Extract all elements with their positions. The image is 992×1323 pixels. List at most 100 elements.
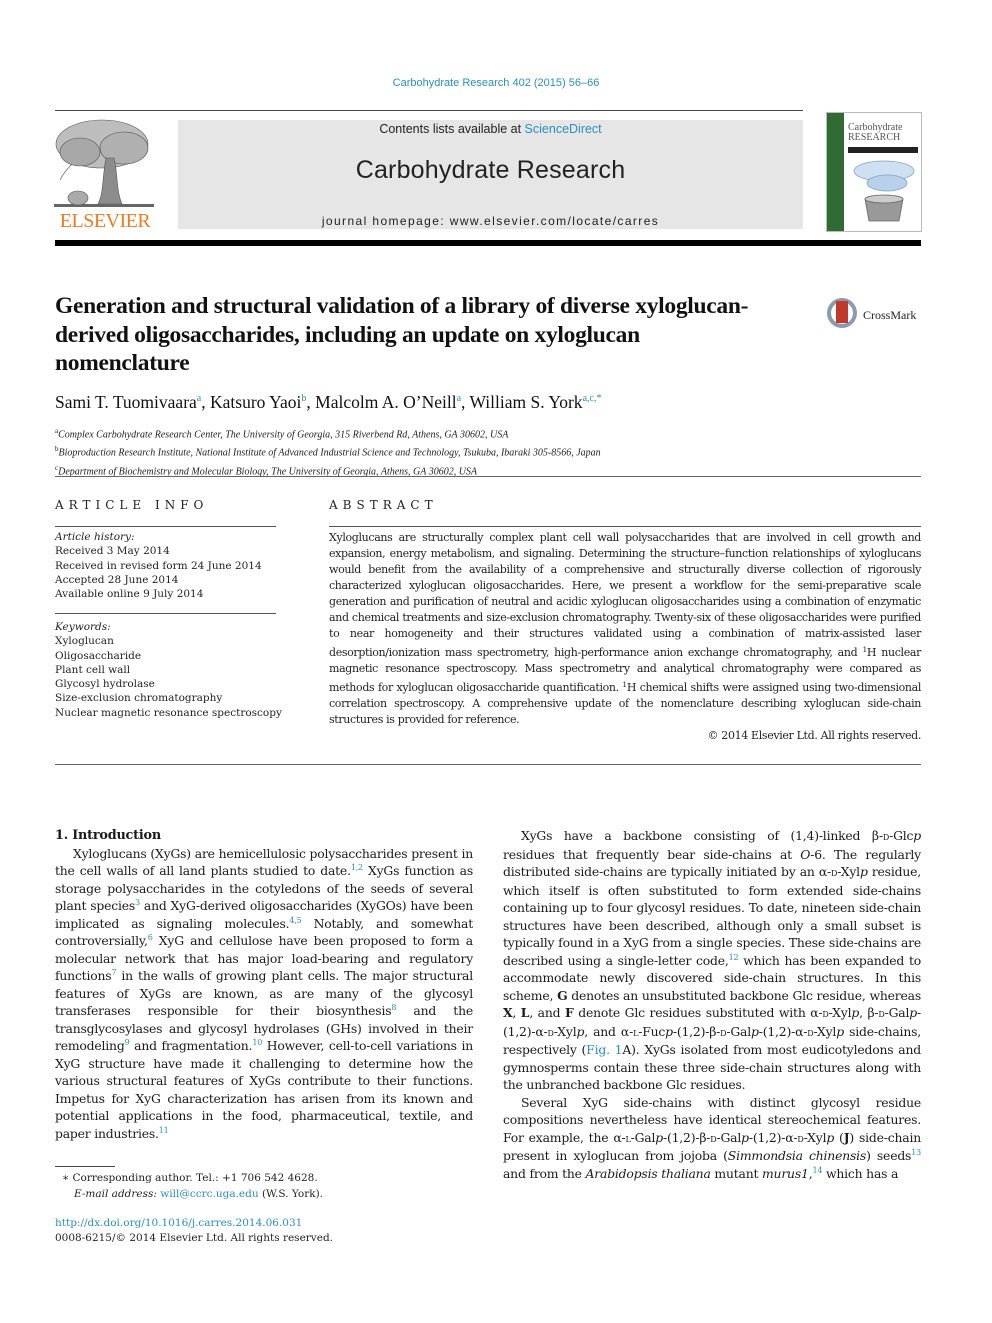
article-info-heading: ARTICLE INFO [55, 498, 209, 512]
cover-title-line-2: RESEARCH [848, 132, 901, 143]
body-column-right: XyGs have a backbone consisting of (1,4)… [503, 827, 921, 1182]
crossmark-icon [827, 298, 857, 328]
text-run: denotes an unsubstituted backbone Glc re… [567, 987, 921, 1003]
italic-run: p [751, 1023, 759, 1039]
journal-cover-thumbnail[interactable]: Carbohydrate RESEARCH [826, 112, 922, 232]
reference-link[interactable]: 1,2 [351, 863, 363, 872]
corresponding-author-text: ∗ Corresponding author. Tel.: +1 706 542… [62, 1172, 318, 1184]
author-affiliation-ref[interactable]: a [197, 393, 201, 404]
abstract-copyright: © 2014 Elsevier Ltd. All rights reserved… [707, 729, 922, 742]
italic-run: Simmondsia chinensis [727, 1148, 867, 1163]
italic-run: p [836, 1023, 844, 1039]
footnote-divider [55, 1166, 115, 1167]
corresponding-author-footnote: ∗ Corresponding author. Tel.: +1 706 542… [62, 1170, 323, 1202]
history-label: Article history: [55, 531, 135, 543]
email-label: E-mail address: [74, 1188, 157, 1200]
text-run: residues that frequently bear side-chain… [503, 846, 801, 862]
cover-illustration-icon [853, 160, 915, 222]
header-thick-rule [55, 240, 921, 246]
homepage-url[interactable]: www.elsevier.com/locate/carres [450, 214, 659, 228]
homepage-prefix: journal homepage: [321, 214, 450, 228]
header-divider [55, 110, 803, 111]
reference-link[interactable]: 4,5 [289, 916, 301, 925]
journal-name: Carbohydrate Research [355, 156, 626, 184]
abstract-end-divider [55, 764, 921, 765]
text-run: mutant [710, 1165, 762, 1181]
abstract-divider [329, 526, 921, 527]
reference-link[interactable]: 11 [159, 1126, 169, 1135]
reference-link[interactable]: 14 [812, 1166, 822, 1175]
author-name[interactable]: Sami T. Tuomivaara [55, 392, 197, 412]
text-run: -(1,2)-α- [758, 1023, 808, 1039]
keywords-divider [55, 613, 276, 614]
reference-link[interactable]: 13 [911, 1148, 921, 1157]
section-divider [55, 476, 921, 477]
text-run: -Xyl [837, 864, 860, 879]
cover-title: Carbohydrate RESEARCH [848, 123, 902, 143]
keyword-item: Glycosyl hydrolase [55, 678, 155, 691]
affiliation-item: aComplex Carbohydrate Research Center, T… [55, 424, 601, 442]
abstract-body: Xyloglucans are structurally complex pla… [329, 530, 921, 744]
crossmark-ribbon [836, 301, 848, 323]
text-run: ) seeds [866, 1148, 912, 1163]
text-run: , and [529, 1005, 565, 1020]
italic-run: p [826, 1129, 835, 1145]
contents-prefix: Contents lists available at [379, 122, 525, 136]
abstract-heading: ABSTRACT [329, 498, 438, 512]
italic-run: Arabidopsis thaliana [585, 1165, 711, 1181]
text-run: -Gal [884, 1005, 910, 1020]
crossmark-badge[interactable]: CrossMark [827, 298, 927, 334]
history-item: Received 3 May 2014 [55, 545, 170, 558]
elsevier-logo[interactable]: ELSEVIER [52, 118, 158, 232]
text-run: However, cell-to-cell variations in XyG … [55, 1038, 473, 1141]
article-info-divider [55, 526, 276, 527]
author-name[interactable]: William S. York [469, 392, 582, 412]
keyword-item: Nuclear magnetic resonance spectroscopy [55, 706, 282, 719]
reference-link[interactable]: 10 [252, 1038, 262, 1047]
keyword-item: Size-exclusion chromatography [55, 692, 223, 705]
bold-run: X [503, 1005, 513, 1020]
text-run: and fragmentation. [129, 1038, 253, 1053]
keyword-item: Plant cell wall [55, 663, 131, 676]
author-name[interactable]: Katsuro Yaoi [210, 392, 301, 412]
email-link[interactable]: will@ccrc.uga.edu [160, 1188, 258, 1200]
reference-link[interactable]: 12 [729, 953, 739, 962]
italic-run: p [741, 1129, 749, 1145]
journal-citation[interactable]: Carbohydrate Research 402 (2015) 56–66 [0, 77, 992, 89]
email-suffix: (W.S. York). [258, 1188, 324, 1200]
abstract-text: Xyloglucans are structurally complex pla… [329, 530, 921, 728]
text-run: , β- [859, 1005, 879, 1020]
elsevier-tree-icon [54, 119, 154, 207]
italic-run: p [859, 864, 868, 879]
author-affiliation-ref[interactable]: a,c,* [583, 393, 602, 404]
body-paragraph: XyGs have a backbone consisting of (1,4)… [503, 827, 921, 1094]
text-run: , [512, 1005, 521, 1020]
journal-homepage: journal homepage: www.elsevier.com/locat… [178, 214, 803, 228]
text-run: XyGs have a backbone consisting of (1,4)… [521, 828, 883, 843]
elsevier-wordmark: ELSEVIER [59, 210, 151, 232]
body-paragraph: Xyloglucans (XyGs) are hemicellulosic po… [55, 845, 473, 1143]
figure-link[interactable]: Fig. 1 [586, 1042, 622, 1057]
author-affiliation-ref[interactable]: a [457, 393, 461, 404]
email-line: E-mail address: will@ccrc.uga.edu (W.S. … [62, 1186, 323, 1202]
doi-link[interactable]: http://dx.doi.org/10.1016/j.carres.2014.… [55, 1216, 333, 1231]
text-run: -Xyl [828, 1005, 852, 1020]
article-title: Generation and structural validation of … [55, 293, 749, 376]
text-run: -(1,2)-β- [662, 1129, 711, 1145]
crossmark-label: CrossMark [863, 308, 917, 322]
author-name[interactable]: Malcolm A. O’Neill [315, 392, 456, 412]
author-affiliation-ref[interactable]: b [301, 393, 306, 404]
text-run: -Fuc [638, 1023, 666, 1039]
italic-run: p [851, 1005, 860, 1020]
text-run: which has a [822, 1165, 899, 1181]
body-paragraph: Several XyG side-chains with distinct gl… [503, 1094, 921, 1183]
italic-run: p [913, 828, 921, 843]
text-run: -Gal [726, 1023, 751, 1039]
history-item: Received in revised form 24 June 2014 [55, 559, 262, 572]
italic-run: O [800, 846, 811, 862]
text-run: ( [834, 1129, 844, 1145]
text-run: -Glc [889, 828, 914, 843]
history-item: Accepted 28 June 2014 [55, 573, 179, 586]
sciencedirect-link[interactable]: ScienceDirect [525, 122, 602, 136]
italic-run: p [655, 1129, 663, 1145]
